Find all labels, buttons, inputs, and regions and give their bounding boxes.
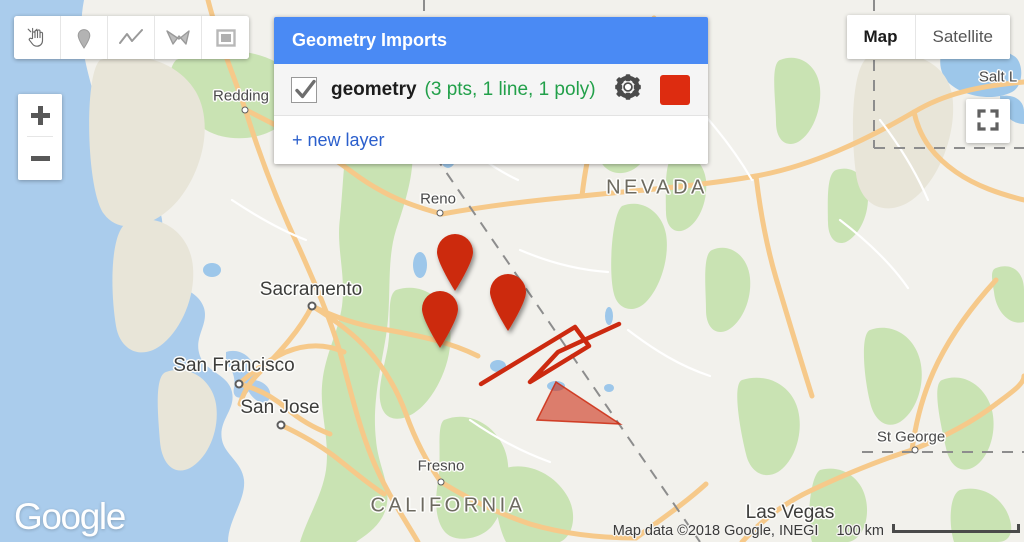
map-type-control[interactable]: Map Satellite: [846, 15, 1010, 59]
fullscreen-button[interactable]: [966, 99, 1010, 143]
geometry-polygon[interactable]: [535, 380, 623, 425]
map-marker-pin[interactable]: [490, 274, 526, 331]
layer-color-swatch[interactable]: [660, 74, 690, 105]
gear-icon: [614, 73, 642, 106]
rectangle-tool[interactable]: [202, 16, 249, 59]
zoom-control[interactable]: [18, 94, 62, 180]
layer-stats: (3 pts, 1 line, 1 poly): [424, 78, 596, 100]
layers-panel-header: Geometry Imports: [274, 17, 708, 64]
layers-panel: Geometry Imports geometry (3 pts, 1 line…: [274, 17, 708, 164]
layers-panel-title: Geometry Imports: [292, 30, 448, 50]
scale-bar: [892, 523, 1020, 533]
new-layer-link[interactable]: + new layer: [292, 130, 385, 151]
map-type-map-button[interactable]: Map: [846, 15, 916, 59]
rectangle-icon: [214, 26, 238, 50]
map-application: Redding Reno Sacramento San Francisco San Jo…: [0, 0, 1024, 542]
minus-icon: [30, 156, 50, 161]
map-type-satellite-button[interactable]: Satellite: [915, 15, 1010, 59]
fullscreen-icon: [977, 108, 999, 134]
layer-row[interactable]: geometry (3 pts, 1 line, 1 poly): [274, 64, 708, 116]
pan-hand-tool[interactable]: [14, 16, 61, 59]
marker-tool[interactable]: [61, 16, 108, 59]
layer-settings-button[interactable]: [614, 73, 642, 106]
zoom-out-button[interactable]: [18, 137, 62, 180]
map-data-text: Map data ©2018 Google, INEGI: [612, 523, 819, 539]
new-layer-row[interactable]: + new layer: [274, 116, 708, 164]
polygon-icon: [165, 26, 191, 50]
scale-label: 100 km: [836, 523, 884, 539]
marker-icon: [72, 26, 96, 50]
plus-icon-bar-v: [37, 106, 43, 125]
google-logo: Google: [14, 496, 126, 537]
polyline-icon: [118, 26, 144, 50]
geometry-polyline[interactable]: [478, 321, 622, 387]
geometry-markers[interactable]: [422, 234, 526, 348]
checkmark-icon: [295, 79, 316, 98]
drawing-toolbar[interactable]: [14, 16, 249, 59]
polygon-tool[interactable]: [155, 16, 202, 59]
map-marker-pin[interactable]: [422, 291, 458, 348]
polyline-tool[interactable]: [108, 16, 155, 59]
map-marker-pin[interactable]: [437, 234, 473, 291]
zoom-in-button[interactable]: [18, 94, 62, 137]
map-scale: 100 km: [836, 523, 1020, 539]
map-attribution: Map data ©2018 Google, INEGI 100 km: [613, 523, 1020, 539]
hand-icon: [25, 26, 49, 50]
layer-name: geometry: [331, 78, 417, 100]
layer-visibility-checkbox[interactable]: [291, 76, 317, 103]
